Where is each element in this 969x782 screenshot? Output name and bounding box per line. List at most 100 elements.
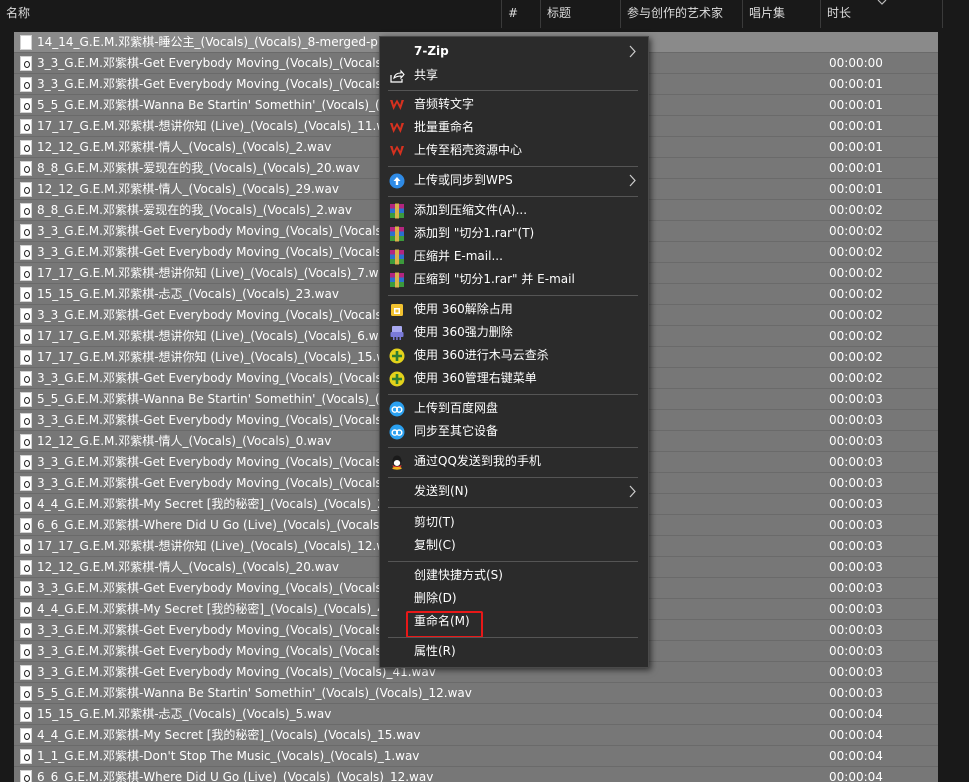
file-duration: 00:00:03 <box>829 476 883 490</box>
menu-item-label: 剪切(T) <box>414 515 455 529</box>
audio-file-icon <box>20 287 32 302</box>
menu-item-label: 添加到压缩文件(A)... <box>414 203 528 217</box>
menu-item-label: 重命名(M) <box>414 614 470 628</box>
menu-item-label: 删除(D) <box>414 591 457 605</box>
col-number[interactable]: # <box>502 0 541 28</box>
col-album[interactable]: 唱片集 <box>743 0 821 28</box>
file-name: 17_17_G.E.M.邓紫棋-想讲你知 (Live)_(Vocals)_(Vo… <box>37 266 393 280</box>
file-duration: 00:00:04 <box>829 728 883 742</box>
file-duration: 00:00:03 <box>829 602 883 616</box>
file-duration: 00:00:02 <box>829 350 883 364</box>
menu-item-cut[interactable]: 剪切(T) <box>380 511 648 534</box>
menu-item-audio-to-text[interactable]: 音频转文字 <box>380 93 648 116</box>
menu-separator <box>388 637 638 638</box>
menu-item-qq-send[interactable]: 通过QQ发送到我的手机 <box>380 450 648 473</box>
menu-item-share[interactable]: 共享 <box>380 64 648 87</box>
menu-item-upload-docer[interactable]: 上传至稻壳资源中心 <box>380 139 648 162</box>
file-name: 3_3_G.E.M.邓紫棋-Get Everybody Moving_(Voca… <box>37 308 393 322</box>
menu-item-compress-email[interactable]: 压缩并 E-mail... <box>380 245 648 268</box>
menu-item-rename[interactable]: 重命名(M) <box>380 610 648 633</box>
menu-item-create-shortcut[interactable]: 创建快捷方式(S) <box>380 564 648 587</box>
col-name[interactable]: 名称 <box>0 0 502 28</box>
audio-file-icon <box>20 539 32 554</box>
audio-file-icon <box>20 140 32 155</box>
file-name: 8_8_G.E.M.邓紫棋-爱现在的我_(Vocals)_(Vocals)_2.… <box>37 203 353 217</box>
menu-item-label: 发送到(N) <box>414 484 469 498</box>
menu-item-properties[interactable]: 属性(R) <box>380 640 648 663</box>
file-duration: 00:00:03 <box>829 497 883 511</box>
wps-icon <box>390 145 404 156</box>
360-shield-icon <box>389 371 405 387</box>
file-duration: 00:00:01 <box>829 119 883 133</box>
menu-item-360-manage[interactable]: 使用 360管理右键菜单 <box>380 367 648 390</box>
column-header: 名称 # 标题 参与创作的艺术家 唱片集 时长 <box>0 0 969 28</box>
file-duration: 00:00:03 <box>829 392 883 406</box>
menu-item-delete[interactable]: 删除(D) <box>380 587 648 610</box>
file-duration: 00:00:03 <box>829 560 883 574</box>
file-name: 3_3_G.E.M.邓紫棋-Get Everybody Moving_(Voca… <box>37 56 393 70</box>
file-duration: 00:00:01 <box>829 161 883 175</box>
file-duration: 00:00:03 <box>829 686 883 700</box>
file-duration: 00:00:03 <box>829 644 883 658</box>
menu-item-add-rar[interactable]: 添加到 "切分1.rar"(T) <box>380 222 648 245</box>
audio-file-icon <box>20 266 32 281</box>
file-duration: 00:00:03 <box>829 623 883 637</box>
chevron-right-icon <box>629 45 636 58</box>
audio-file-icon <box>20 770 32 782</box>
menu-separator <box>388 196 638 197</box>
audio-file-icon <box>20 455 32 470</box>
document-file-icon <box>20 35 32 50</box>
audio-file-icon <box>20 476 32 491</box>
file-name: 3_3_G.E.M.邓紫棋-Get Everybody Moving_(Voca… <box>37 581 393 595</box>
chevron-right-icon <box>629 485 636 498</box>
audio-file-icon <box>20 707 32 722</box>
file-duration: 00:00:01 <box>829 98 883 112</box>
audio-file-icon <box>20 350 32 365</box>
menu-item-label: 压缩并 E-mail... <box>414 249 503 263</box>
menu-item-label: 共享 <box>414 68 439 82</box>
menu-item-360-delete[interactable]: 使用 360强力删除 <box>380 321 648 344</box>
file-duration: 00:00:01 <box>829 140 883 154</box>
audio-file-icon <box>20 560 32 575</box>
file-name: 3_3_G.E.M.邓紫棋-Get Everybody Moving_(Voca… <box>37 665 436 679</box>
menu-item-label: 7-Zip <box>414 44 449 58</box>
audio-file-icon <box>20 728 32 743</box>
context-menu: 7-Zip 共享音频转文字 批量重命名 上传至稻壳资源中心 上传或同步到WPS 添加到压缩… <box>379 36 649 668</box>
file-row[interactable]: 1_1_G.E.M.邓紫棋-Don't Stop The Music_(Voca… <box>14 746 938 767</box>
audio-file-icon <box>20 644 32 659</box>
menu-item-360-unlock[interactable]: 使用 360解除占用 <box>380 298 648 321</box>
menu-item-7zip[interactable]: 7-Zip <box>380 40 648 63</box>
file-row[interactable]: 6_6_G.E.M.邓紫棋-Where Did U Go (Live)_(Voc… <box>14 767 938 782</box>
menu-item-batch-rename[interactable]: 批量重命名 <box>380 116 648 139</box>
col-artist[interactable]: 参与创作的艺术家 <box>621 0 743 28</box>
audio-file-icon <box>20 413 32 428</box>
menu-item-send-to[interactable]: 发送到(N) <box>380 480 648 503</box>
qq-icon <box>392 455 402 470</box>
menu-separator <box>388 561 638 562</box>
audio-file-icon <box>20 392 32 407</box>
menu-item-compress-rar-email[interactable]: 压缩到 "切分1.rar" 并 E-mail <box>380 268 648 291</box>
file-row[interactable]: 15_15_G.E.M.邓紫棋-忐忑_(Vocals)_(Vocals)_5.w… <box>14 704 938 725</box>
menu-item-add-archive[interactable]: 添加到压缩文件(A)... <box>380 199 648 222</box>
winrar-icon <box>390 203 404 219</box>
file-name: 3_3_G.E.M.邓紫棋-Get Everybody Moving_(Voca… <box>37 476 393 490</box>
menu-item-360-scan[interactable]: 使用 360进行木马云查杀 <box>380 344 648 367</box>
file-name: 3_3_G.E.M.邓紫棋-Get Everybody Moving_(Voca… <box>37 371 393 385</box>
360-shredder-icon <box>390 326 404 340</box>
file-row[interactable]: 5_5_G.E.M.邓紫棋-Wanna Be Startin' Somethin… <box>14 683 938 704</box>
menu-item-copy[interactable]: 复制(C) <box>380 534 648 557</box>
menu-item-upload-wps[interactable]: 上传或同步到WPS <box>380 169 648 192</box>
winrar-icon <box>390 226 404 242</box>
file-duration: 00:00:03 <box>829 518 883 532</box>
file-row[interactable]: 4_4_G.E.M.邓紫棋-My Secret [我的秘密]_(Vocals)_… <box>14 725 938 746</box>
col-title[interactable]: 标题 <box>541 0 621 28</box>
file-name: 17_17_G.E.M.邓紫棋-想讲你知 (Live)_(Vocals)_(Vo… <box>37 539 401 553</box>
file-duration: 00:00:02 <box>829 245 883 259</box>
menu-item-sync-devices[interactable]: 同步至其它设备 <box>380 420 648 443</box>
file-name: 15_15_G.E.M.邓紫棋-忐忑_(Vocals)_(Vocals)_23.… <box>37 287 339 301</box>
file-duration: 00:00:03 <box>829 581 883 595</box>
menu-item-baidu-upload[interactable]: 上传到百度网盘 <box>380 397 648 420</box>
file-name: 5_5_G.E.M.邓紫棋-Wanna Be Startin' Somethin… <box>37 686 472 700</box>
audio-file-icon <box>20 182 32 197</box>
audio-file-icon <box>20 308 32 323</box>
